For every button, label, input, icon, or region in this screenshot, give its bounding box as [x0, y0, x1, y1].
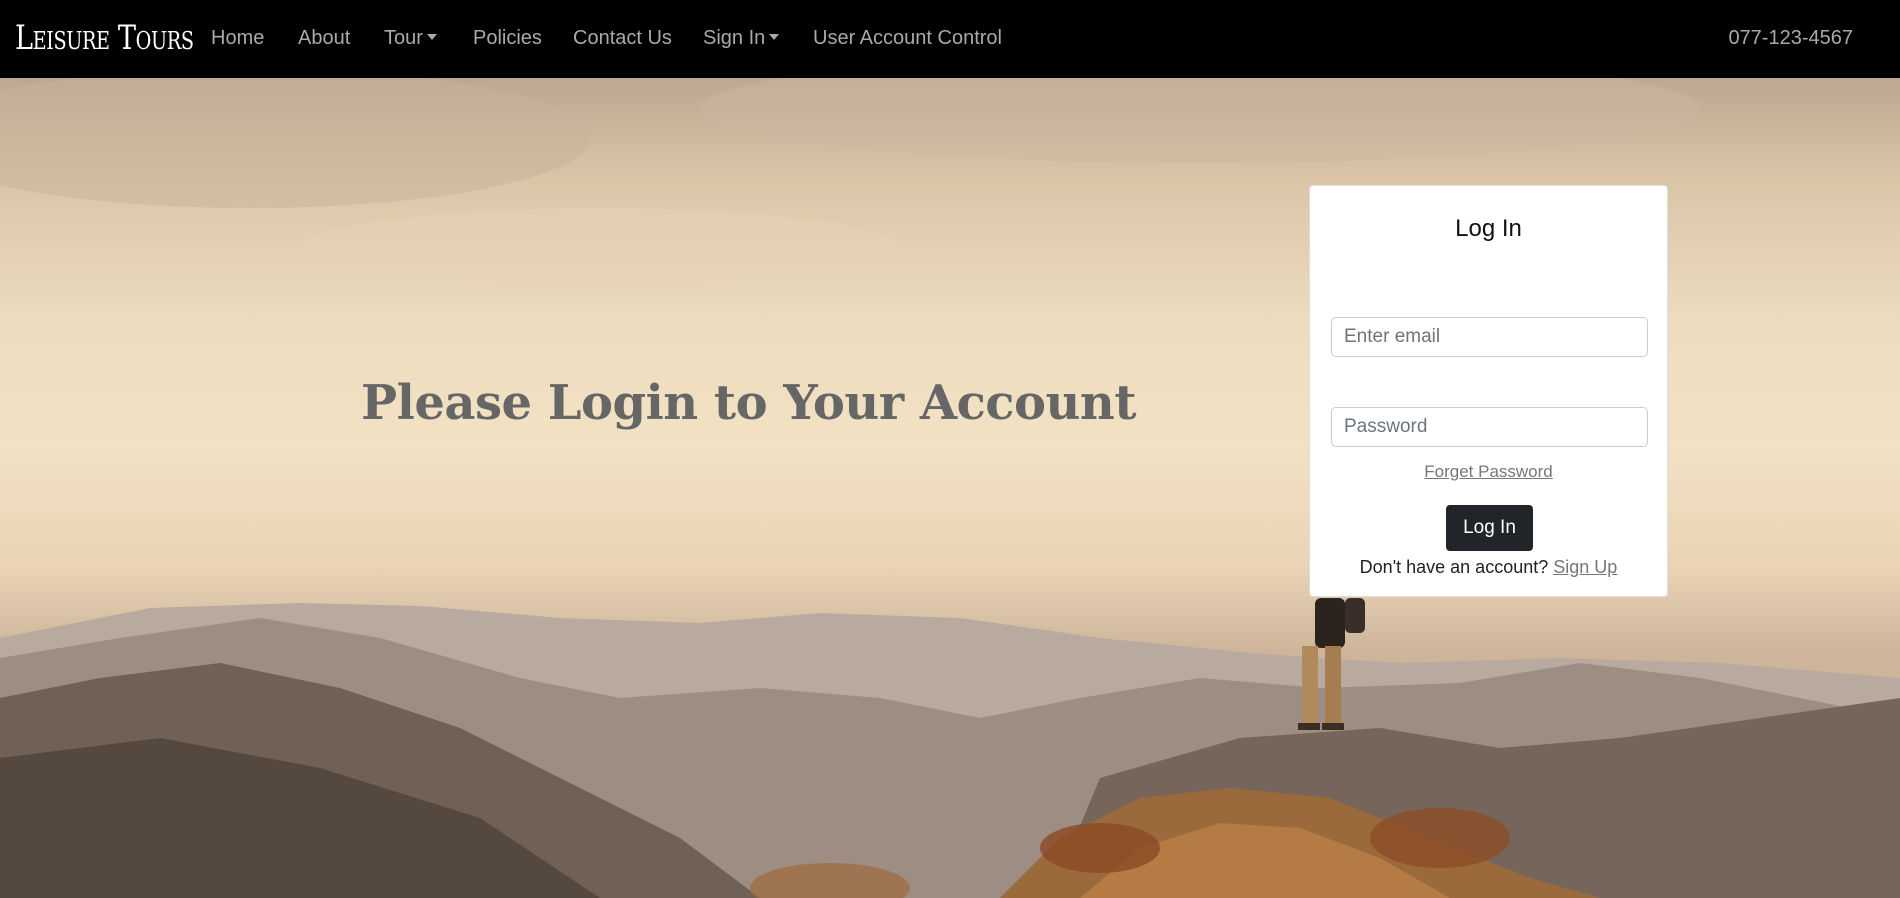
nav-about[interactable]: About: [298, 26, 350, 50]
nav-user-account-control[interactable]: User Account Control: [813, 26, 1002, 50]
nav-signin-dropdown[interactable]: Sign In: [703, 26, 780, 50]
navbar: Leisure Tours Home About Tour Policies C…: [0, 0, 1900, 78]
nav-tour-label: Tour: [384, 27, 423, 49]
login-title: Log In: [1455, 215, 1522, 242]
chevron-down-icon: [769, 34, 780, 40]
email-field[interactable]: [1331, 317, 1648, 357]
hero-background: Please Login to Your Account Log In Forg…: [0, 78, 1900, 898]
nav-policies[interactable]: Policies: [473, 26, 542, 50]
forgot-password-link[interactable]: Forget Password: [1310, 462, 1667, 482]
password-field[interactable]: [1331, 407, 1648, 447]
phone-number: 077-123-4567: [1728, 27, 1853, 49]
signup-row: Don't have an account? Sign Up: [1310, 554, 1667, 580]
nav-contact[interactable]: Contact Us: [573, 26, 672, 50]
page-headline: Please Login to Your Account: [361, 375, 1137, 432]
nav-tour-dropdown[interactable]: Tour: [384, 26, 437, 50]
login-button[interactable]: Log In: [1446, 505, 1533, 551]
brand-logo[interactable]: Leisure Tours: [15, 14, 194, 62]
login-card: Log In Forget Password Log In Don't have…: [1309, 185, 1668, 597]
signup-prompt: Don't have an account?: [1359, 557, 1549, 577]
signup-link[interactable]: Sign Up: [1553, 557, 1617, 577]
chevron-down-icon: [426, 34, 437, 40]
nav-home[interactable]: Home: [211, 26, 264, 50]
nav-signin-label: Sign In: [703, 27, 766, 49]
